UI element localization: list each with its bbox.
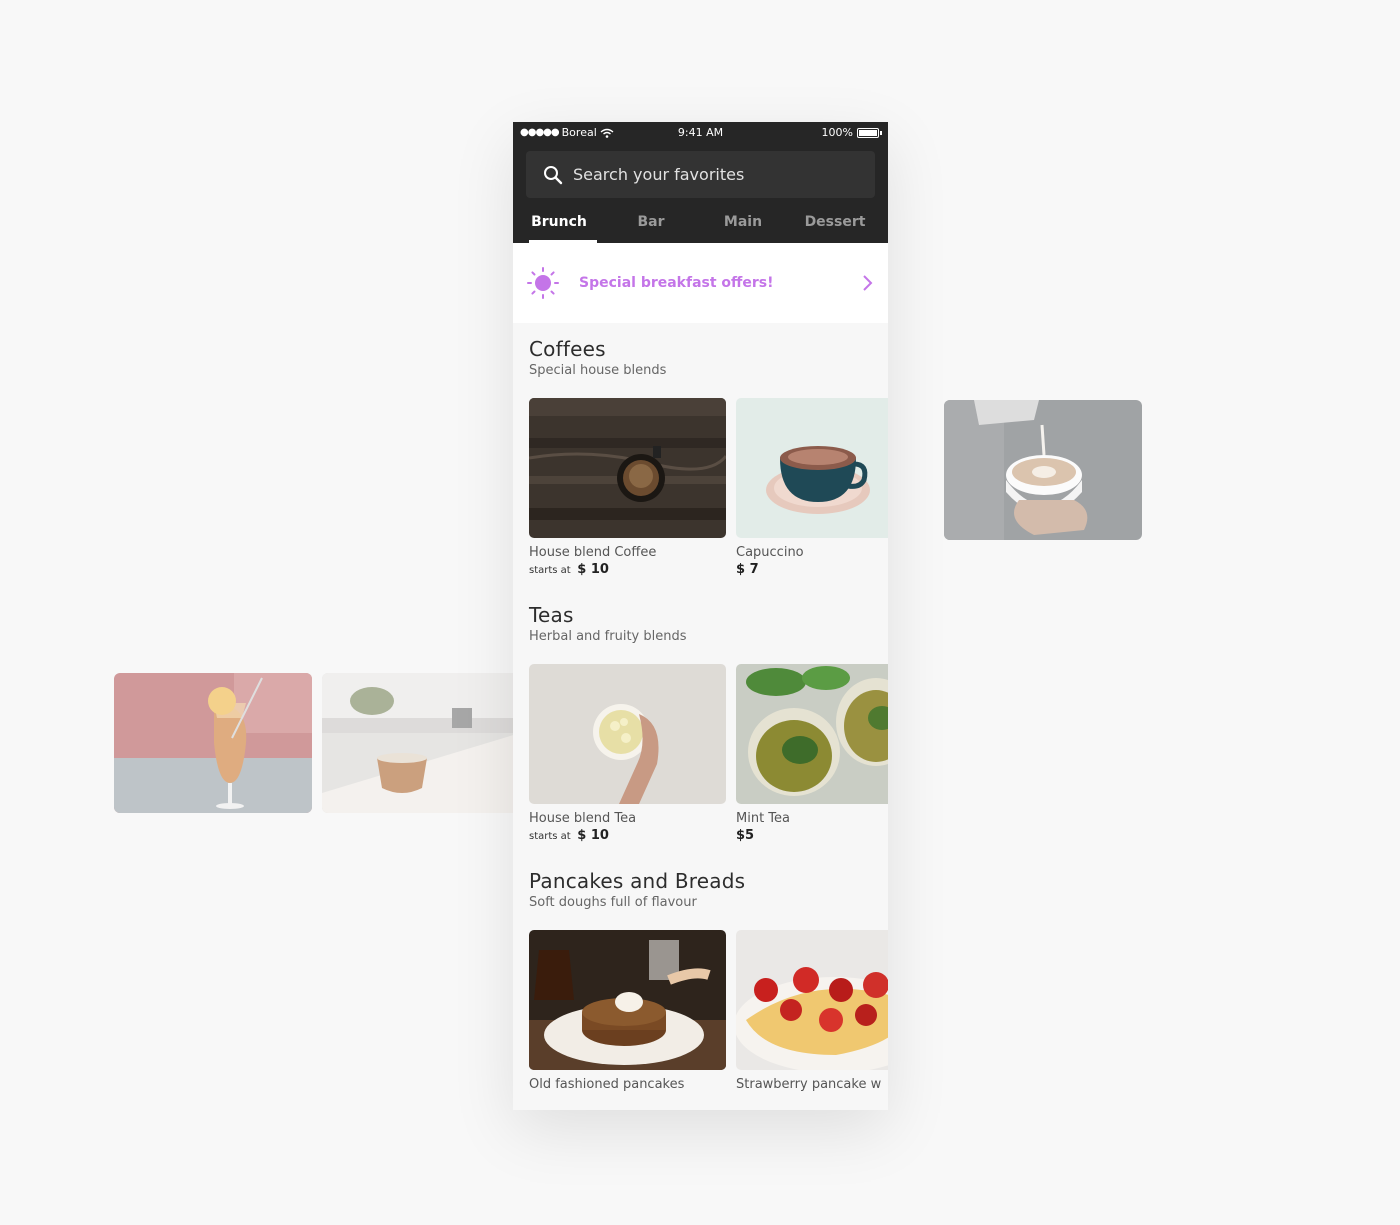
- tab-bar[interactable]: Bar: [605, 205, 697, 243]
- product-card-capuccino[interactable]: Capuccino $ 7: [736, 398, 888, 577]
- section-title: Coffees: [529, 337, 606, 361]
- ghost-card-latte: [944, 400, 1142, 540]
- search-input[interactable]: [573, 165, 853, 184]
- product-price: starts at $ 10: [529, 562, 726, 577]
- tab-brunch[interactable]: Brunch: [513, 205, 605, 243]
- product-card-strawberry-pancake[interactable]: Strawberry pancake w: [736, 930, 888, 1092]
- ghost-card-tea-window: [322, 673, 520, 813]
- search-icon: [544, 165, 563, 184]
- product-name: House blend Tea: [529, 811, 637, 826]
- section-teas: Teas Herbal and fruity blends House blen…: [513, 603, 888, 843]
- special-offer-banner[interactable]: Special breakfast offers!: [513, 243, 888, 323]
- mint-tea-image: [736, 664, 888, 804]
- tab-dessert[interactable]: Dessert: [789, 205, 881, 243]
- capuccino-image: [736, 398, 888, 538]
- price-value: $ 7: [736, 562, 759, 577]
- battery-tip: [880, 130, 882, 135]
- battery-icon: [857, 127, 879, 138]
- chevron-right-icon: [863, 275, 873, 291]
- category-tabs: Brunch Bar Main Dessert: [513, 205, 888, 243]
- product-name: Mint Tea: [736, 811, 790, 826]
- product-card-old-fashioned-pancakes[interactable]: Old fashioned pancakes: [529, 930, 726, 1092]
- product-price: starts at $ 10: [529, 828, 726, 843]
- section-subtitle: Soft doughs full of flavour: [529, 895, 697, 910]
- search-bar[interactable]: [526, 151, 875, 198]
- product-name: Capuccino: [736, 545, 804, 560]
- section-subtitle: Herbal and fruity blends: [529, 629, 687, 644]
- product-name: Old fashioned pancakes: [529, 1077, 685, 1092]
- price-value: $ 10: [577, 828, 609, 843]
- latte-image: [944, 400, 1142, 540]
- product-card-house-blend-coffee[interactable]: House blend Coffee starts at $ 10: [529, 398, 726, 577]
- section-title: Teas: [529, 603, 574, 627]
- tab-main[interactable]: Main: [697, 205, 789, 243]
- old-fashioned-pancakes-image: [529, 930, 726, 1070]
- canvas: ●●●●● Boreal 9:41 AM 100% Search your fa…: [0, 0, 1400, 1225]
- phone-screen: ●●●●● Boreal 9:41 AM 100% Search your fa…: [513, 122, 888, 1110]
- strawberry-pancake-image: [736, 930, 888, 1070]
- tea-carousel[interactable]: House blend Tea starts at $ 10 Mint Tea …: [529, 664, 888, 843]
- section-subtitle: Special house blends: [529, 363, 667, 378]
- price-prefix: starts at: [529, 831, 571, 842]
- offer-label: Special breakfast offers!: [579, 275, 774, 291]
- house-blend-tea-image: [529, 664, 726, 804]
- section-title: Pancakes and Breads: [529, 869, 746, 893]
- battery-percent: 100%: [821, 126, 853, 139]
- product-card-mint-tea[interactable]: Mint Tea $5: [736, 664, 888, 843]
- price-value: $5: [736, 828, 755, 843]
- product-name: House blend Coffee: [529, 545, 657, 560]
- product-price: $5: [736, 828, 888, 843]
- cocktail-image: [114, 673, 312, 813]
- price-prefix: starts at: [529, 565, 571, 576]
- section-pancakes: Pancakes and Breads Soft doughs full of …: [513, 869, 888, 1092]
- ghost-card-cocktail: [114, 673, 312, 813]
- price-value: $ 10: [577, 562, 609, 577]
- tea-window-image: [322, 673, 520, 813]
- sun-icon: [527, 267, 559, 299]
- product-name: Strawberry pancake w: [736, 1077, 882, 1092]
- house-blend-coffee-image: [529, 398, 726, 538]
- product-card-house-blend-tea[interactable]: House blend Tea starts at $ 10: [529, 664, 726, 843]
- coffee-carousel[interactable]: House blend Coffee starts at $ 10 Capucc…: [529, 398, 888, 577]
- pancake-carousel[interactable]: Old fashioned pancakes Strawberry pancak…: [529, 930, 888, 1092]
- status-bar: ●●●●● Boreal 9:41 AM 100%: [513, 122, 888, 142]
- section-coffees: Coffees Special house blends House blend…: [513, 337, 888, 577]
- top-bar: ●●●●● Boreal 9:41 AM 100% Search your fa…: [513, 122, 888, 243]
- product-price: $ 7: [736, 562, 888, 577]
